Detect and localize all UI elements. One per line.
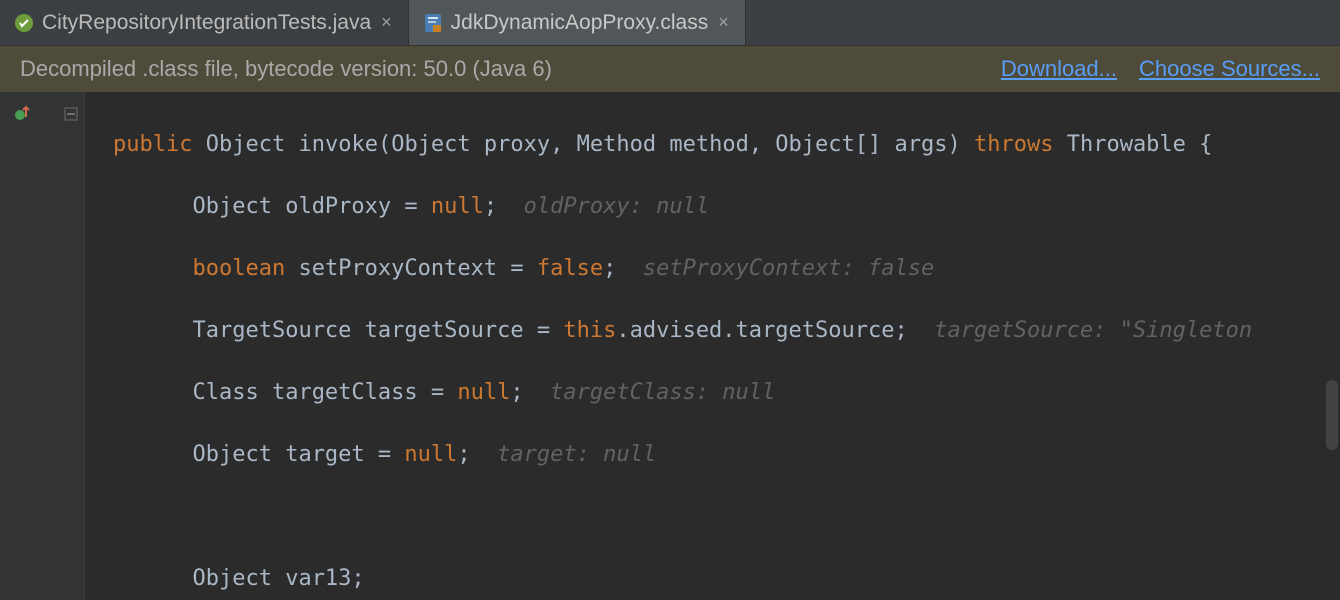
class-file-icon <box>423 13 443 33</box>
tab-bar: CityRepositoryIntegrationTests.java × Jd… <box>0 0 1340 46</box>
code-line <box>113 501 1340 532</box>
tab-city-repository-tests[interactable]: CityRepositoryIntegrationTests.java × <box>0 0 409 45</box>
code-line: boolean setProxyContext = false; setProx… <box>113 253 1340 284</box>
inline-hint: targetSource: "Singleton <box>908 318 1252 343</box>
fold-minus-icon[interactable] <box>64 102 78 116</box>
inline-hint: target: null <box>471 442 656 467</box>
inline-hint: setProxyContext: false <box>616 256 934 281</box>
code-line: Object target = null; target: null <box>113 439 1340 470</box>
close-icon[interactable]: × <box>379 12 394 33</box>
gutter <box>0 92 85 600</box>
code-line: Class targetClass = null; targetClass: n… <box>113 377 1340 408</box>
inline-hint: targetClass: null <box>524 380 776 405</box>
tab-label: JdkDynamicAopProxy.class <box>451 11 709 35</box>
choose-sources-link[interactable]: Choose Sources... <box>1139 56 1320 82</box>
tab-label: CityRepositoryIntegrationTests.java <box>42 11 371 35</box>
inline-hint: oldProxy: null <box>497 194 709 219</box>
tab-jdk-dynamic-aop-proxy[interactable]: JdkDynamicAopProxy.class × <box>409 0 746 45</box>
download-link[interactable]: Download... <box>1001 56 1117 82</box>
code-line: TargetSource targetSource = this.advised… <box>113 315 1340 346</box>
close-icon[interactable]: × <box>716 12 731 33</box>
vertical-scrollbar[interactable] <box>1326 380 1338 450</box>
override-marker-icon[interactable] <box>14 102 30 118</box>
code-line: Object oldProxy = null; oldProxy: null <box>113 191 1340 222</box>
code-editor[interactable]: public Object invoke(Object proxy, Metho… <box>85 92 1340 600</box>
code-line: public Object invoke(Object proxy, Metho… <box>113 129 1340 160</box>
java-file-icon <box>14 13 34 33</box>
decompiled-banner: Decompiled .class file, bytecode version… <box>0 46 1340 92</box>
banner-text: Decompiled .class file, bytecode version… <box>20 56 552 82</box>
code-line: Object var13; <box>113 563 1340 594</box>
